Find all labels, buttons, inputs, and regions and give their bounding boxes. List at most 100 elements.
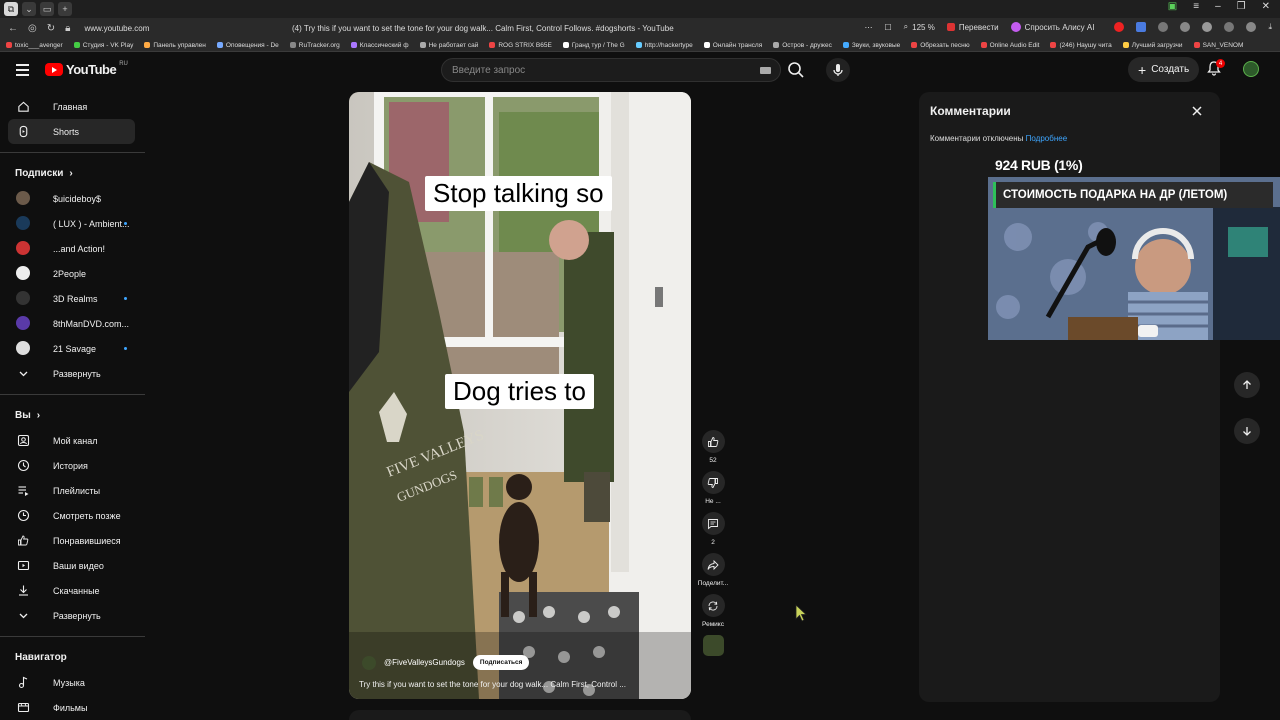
bookmark-item[interactable]: Не работает сай — [419, 42, 478, 49]
channel-avatar — [16, 216, 30, 230]
sidebar-item-label: Плейлисты — [53, 485, 101, 496]
sidebar-item-liked[interactable]: Понравившиеся — [8, 528, 135, 553]
like-button[interactable] — [701, 430, 725, 453]
sidebar-item-subscription[interactable]: 8thManDVD.com... — [8, 311, 135, 336]
sidebar-item-shorts[interactable]: Shorts — [8, 119, 135, 144]
extension-icon[interactable] — [1224, 22, 1235, 32]
sound-avatar[interactable] — [702, 635, 724, 656]
subscriptions-heading[interactable]: Подписки › — [0, 161, 145, 186]
more-icon[interactable]: ⋯ — [864, 23, 872, 32]
bookmark-item[interactable]: Панель управлен — [144, 42, 206, 49]
search-button[interactable] — [786, 60, 806, 80]
bookmark-item[interactable]: ROG STRIX B65E — [489, 42, 552, 49]
extension-icon[interactable] — [1114, 22, 1125, 32]
sidebar-item-music[interactable]: Музыка — [8, 670, 135, 695]
sidebar-item-subscription[interactable]: 3D Realms — [8, 286, 135, 311]
liked-icon — [17, 534, 30, 547]
playlists-icon — [17, 484, 30, 497]
dislike-button[interactable] — [701, 471, 725, 494]
keyboard-icon[interactable] — [760, 67, 771, 74]
sidebar-item-subscription[interactable]: ...and Action! — [8, 236, 135, 261]
extension-icon[interactable]: ▣ — [1168, 1, 1177, 12]
channel-name[interactable]: @FiveValleysGundogs — [384, 658, 465, 667]
extension-icon[interactable] — [1136, 22, 1147, 32]
bookmark-item[interactable]: Обрезать песню — [911, 42, 970, 49]
bookmark-item[interactable]: Оповещения - De — [216, 42, 279, 49]
bookmark-item[interactable]: Классический ф — [350, 42, 409, 49]
next-video-preview[interactable] — [349, 710, 691, 720]
extension-icon[interactable] — [1180, 22, 1191, 32]
reload-icon[interactable]: ↻ — [47, 23, 55, 34]
sidebar-item-subscription[interactable]: 21 Savage — [8, 336, 135, 361]
you-heading[interactable]: Вы › — [0, 403, 145, 428]
shorts-video-player[interactable]: FIVE VALLEYS GUNDOGS Stop talking so Dog… — [349, 92, 691, 699]
sidebar-item-expand[interactable]: Развернуть — [8, 603, 135, 628]
minimize-button[interactable]: – — [1215, 1, 1221, 12]
sidebar-item-your-videos[interactable]: Ваши видео — [8, 553, 135, 578]
bookmark-item[interactable]: (246) Наушу чита — [1050, 42, 1112, 49]
sidebar-item-watch-later[interactable]: Смотреть позже — [8, 503, 135, 528]
bookmark-item[interactable]: Лучший загрузчи — [1122, 42, 1183, 49]
comments-button[interactable] — [701, 512, 725, 535]
sidebar-item-downloads[interactable]: Скачанные — [8, 578, 135, 603]
bookmark-icon[interactable]: ☐ — [884, 23, 891, 32]
menu-icon[interactable]: ≡ — [1193, 1, 1199, 12]
bookmark-item[interactable]: Остров - дружес — [773, 42, 832, 49]
sidebar-item-channel[interactable]: Мой канал — [8, 428, 135, 453]
voice-search-button[interactable] — [826, 58, 850, 82]
expand-subscriptions-button[interactable]: Развернуть — [8, 361, 135, 386]
bookmark-item[interactable]: Онлайн трансля — [703, 42, 762, 49]
restore-button[interactable]: ❐ — [1237, 1, 1246, 12]
url-field[interactable]: www.youtube.com — [84, 24, 149, 33]
close-icon[interactable] — [1190, 104, 1204, 118]
bookmark-favicon-icon — [350, 42, 357, 48]
remix-button[interactable] — [701, 594, 725, 617]
alice-button[interactable]: Спросить Алису AI — [1010, 22, 1094, 32]
extension-icon[interactable] — [1246, 22, 1257, 32]
account-avatar[interactable] — [1243, 61, 1259, 77]
sidebar-item-subscription[interactable]: 2People — [8, 261, 135, 286]
chevron-down-icon[interactable]: ⌄ — [22, 2, 36, 16]
sidebar-item-films[interactable]: Фильмы — [8, 695, 135, 720]
bookmark-item[interactable]: Гранд тур / The G — [562, 42, 625, 49]
thumbs-up-icon — [708, 436, 719, 447]
zoom-indicator[interactable]: ⌕ 125 % — [904, 22, 935, 32]
download-icon[interactable]: ⤓ — [1268, 22, 1272, 32]
search-input[interactable] — [442, 59, 742, 81]
back-icon[interactable]: ← — [8, 23, 18, 34]
like-count: 52 — [709, 457, 717, 464]
channel-avatar[interactable] — [362, 655, 376, 670]
menu-icon[interactable] — [16, 64, 29, 79]
comment-icon — [708, 518, 718, 529]
video-title[interactable]: Try this if you want to set the tone for… — [359, 680, 679, 689]
page-title: (4) Try this if you want to set the tone… — [292, 24, 674, 33]
bookmark-item[interactable]: RuTracker.org — [289, 42, 340, 49]
tab-icon[interactable]: ⧉ — [4, 2, 18, 16]
sidebar-item-history[interactable]: История — [8, 453, 135, 478]
previous-short-button[interactable] — [1234, 372, 1260, 398]
bookmark-item[interactable]: SAN_VENOM — [1193, 42, 1243, 49]
share-button[interactable] — [701, 553, 725, 576]
bookmark-item[interactable]: Студия - VK Play — [73, 42, 133, 49]
sidebar-item-subscription[interactable]: ( LUX ) - Ambient... — [8, 211, 135, 236]
close-window-button[interactable]: ✕ — [1262, 1, 1270, 12]
sidebar-item-subscription[interactable]: $uicideboy$ — [8, 186, 135, 211]
tab-favicon[interactable]: ▭ — [40, 2, 54, 16]
translate-button[interactable]: Перевести — [946, 23, 999, 32]
extension-icon[interactable] — [1202, 22, 1213, 32]
sidebar-item-home[interactable]: Главная — [8, 94, 135, 119]
bookmark-item[interactable]: toxic___avenger — [6, 42, 63, 49]
sidebar-item-playlists[interactable]: Плейлисты — [8, 478, 135, 503]
create-button[interactable]: + Создать — [1128, 57, 1200, 82]
address-bar: ← ◎ ↻ 🔒︎ www.youtube.com (4) Try this if… — [0, 18, 1280, 39]
bookmark-item[interactable]: http://hackertype — [635, 42, 693, 49]
bookmark-item[interactable]: Online Audio Edit — [980, 42, 1039, 49]
extension-icon[interactable] — [1158, 22, 1169, 32]
shield-icon[interactable]: ◎ — [28, 23, 37, 34]
subscribe-button[interactable]: Подписаться — [472, 655, 530, 670]
learn-more-link[interactable]: Подробнее — [1026, 134, 1068, 143]
next-short-button[interactable] — [1234, 418, 1260, 444]
new-tab-button[interactable]: + — [58, 2, 72, 16]
youtube-logo[interactable]: YouTube RU — [45, 61, 128, 77]
bookmark-item[interactable]: Звуки, звуковые — [842, 42, 900, 49]
